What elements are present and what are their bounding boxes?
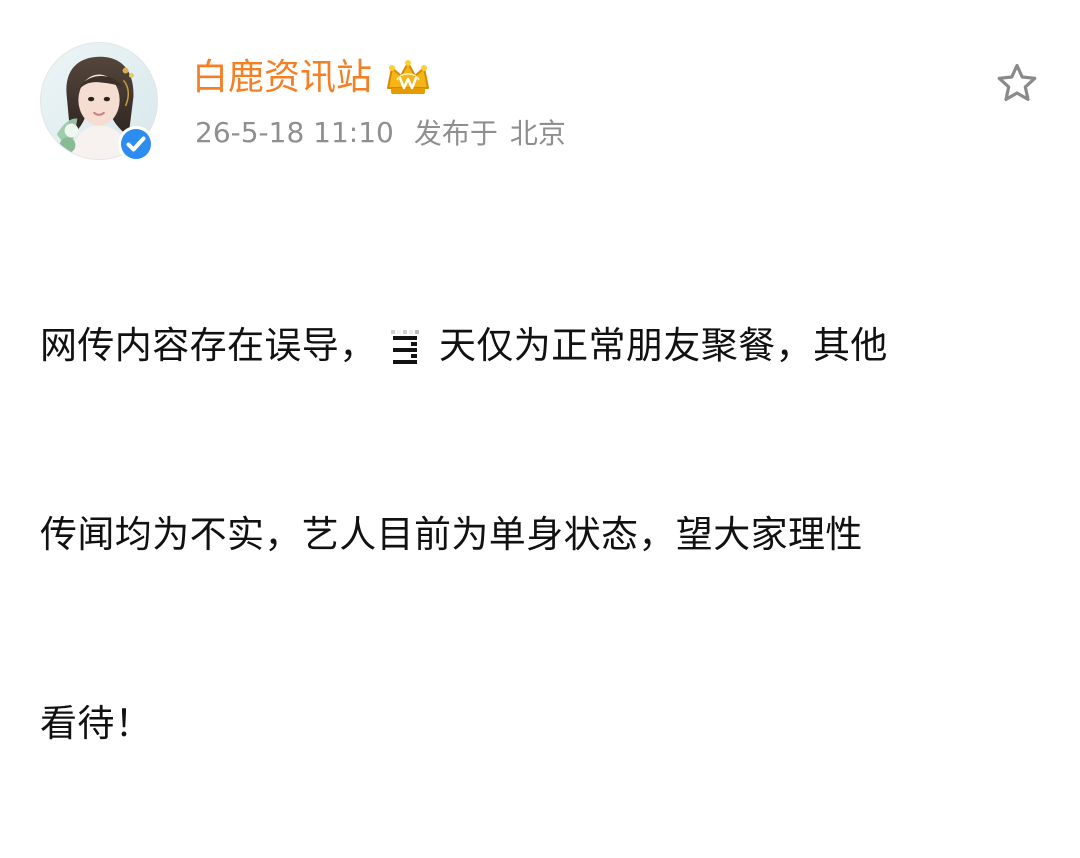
redaction-mark-icon [389,325,423,366]
author-row: 白鹿资讯站 [192,50,432,106]
favorite-button[interactable] [993,60,1041,108]
star-outline-icon [997,63,1037,101]
post-body-line-1-start: 网传内容存在误导， [40,324,377,367]
post-body-line-1: 网传内容存在误导， 天仅为正常朋友聚餐，其他 [40,314,1000,377]
weibo-post-card: 白鹿资讯站 26-5-18 11:10 发布于 北京 网传内容存在误导， 天仅为… [0,0,1080,745]
post-time: 26-5-18 11:10 [195,115,394,149]
post-meta: 26-5-18 11:10 发布于 北京 [195,112,566,152]
author-name[interactable]: 白鹿资讯站 [192,50,372,106]
golden-crown-vip-icon [384,58,432,98]
post-source-label: 发布于 [413,117,498,150]
author-avatar[interactable] [40,42,158,162]
post-body-line-2: 传闻均为不实，艺人目前为单身状态，望大家理性 [40,513,863,556]
verified-check-icon [116,124,156,164]
post-body-line-3: 看待！ [40,702,153,745]
post-body-line-1-end: 天仅为正常朋友聚餐，其他 [438,324,888,367]
post-location[interactable]: 北京 [510,112,566,152]
post-body: 网传内容存在误导， 天仅为正常朋友聚餐，其他 传闻均为不实，艺人目前为单身状态，… [40,188,1000,858]
